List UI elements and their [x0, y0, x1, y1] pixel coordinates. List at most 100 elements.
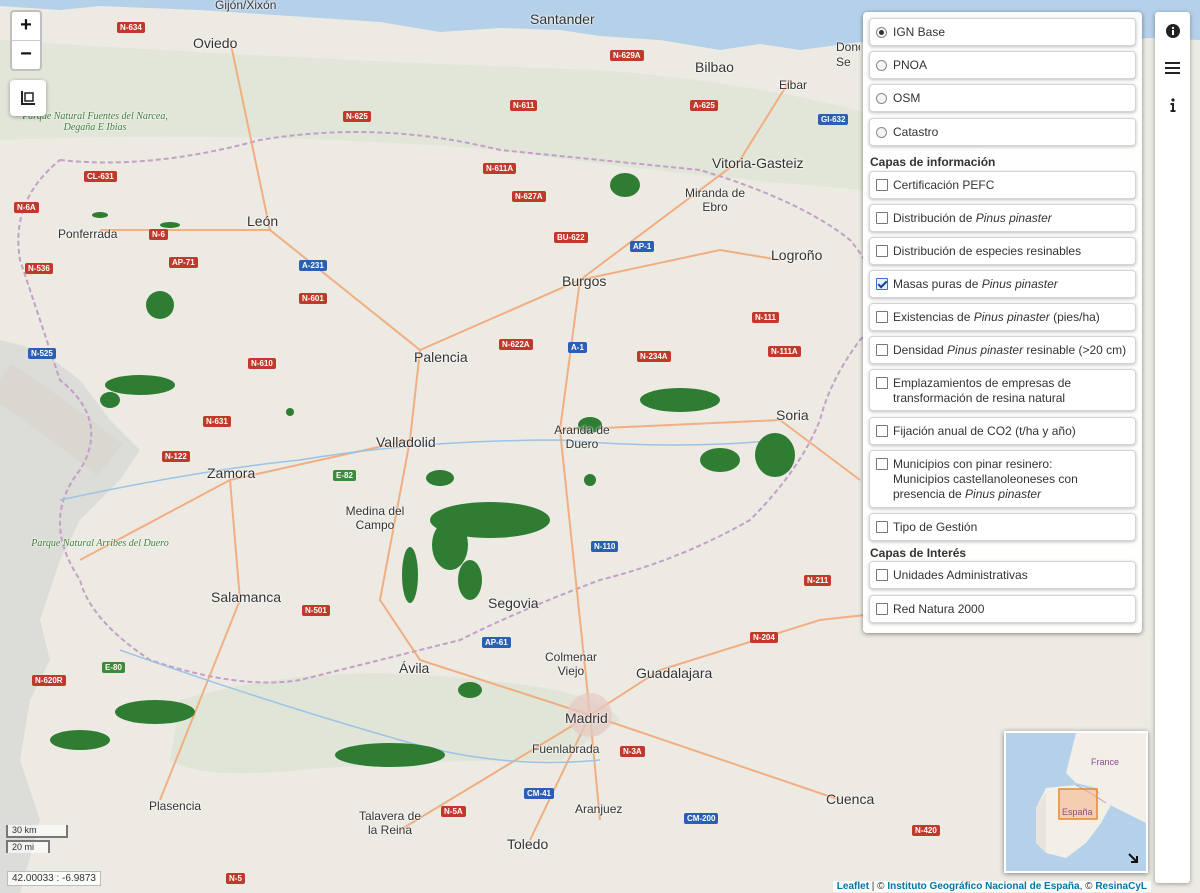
overlay-tipo-gestion[interactable]: Tipo de Gestión: [869, 513, 1136, 541]
city-label: Santander: [530, 11, 595, 27]
road-shield: N-6A: [14, 202, 39, 213]
resinacyl-link[interactable]: ResinaCyL: [1095, 881, 1147, 892]
base-layer-pnoa[interactable]: PNOA: [869, 51, 1136, 79]
city-label: Gijón/Xixón: [215, 0, 277, 12]
info-button[interactable]: [1155, 90, 1190, 120]
radio-button[interactable]: [876, 93, 887, 104]
overlay-unidades-administrativas[interactable]: Unidades Administrativas: [869, 561, 1136, 589]
layer-label: Densidad Pinus pinaster resinable (>20 c…: [893, 343, 1127, 357]
checkbox[interactable]: [876, 425, 888, 437]
overlay-distribucion-pinaster[interactable]: Distribución de Pinus pinaster: [869, 204, 1136, 232]
base-layer-catastro[interactable]: Catastro: [869, 118, 1136, 146]
road-shield: CM-41: [524, 788, 555, 799]
layer-label: Emplazamientos de empresas de transforma…: [893, 376, 1072, 405]
city-label: Segovia: [488, 595, 539, 611]
city-label: Vitoria-Gasteiz: [712, 155, 804, 171]
city-label: Colmenar Viejo: [544, 650, 598, 678]
info-icon: [1170, 98, 1175, 112]
road-shield: N-420: [912, 825, 940, 836]
layer-label: Masas puras de Pinus pinaster: [893, 277, 1058, 291]
overlay-pefc[interactable]: Certificación PEFC: [869, 171, 1136, 199]
ign-link[interactable]: Instituto Geográfico Nacional de España: [887, 881, 1079, 892]
overlay-especies-resinables[interactable]: Distribución de especies resinables: [869, 237, 1136, 265]
layer-label: Unidades Administrativas: [893, 568, 1028, 582]
layer-label: Distribución de Pinus pinaster: [893, 211, 1052, 225]
city-label: Medina del Campo: [345, 504, 405, 532]
road-shield: N-536: [25, 263, 53, 274]
checkbox[interactable]: [876, 603, 888, 615]
road-shield: A-231: [299, 260, 327, 271]
zoom-out-button[interactable]: −: [12, 41, 40, 69]
road-shield: N-620R: [32, 675, 66, 686]
road-shield: CL-631: [84, 171, 117, 182]
checkbox[interactable]: [876, 245, 888, 257]
road-shield: BU-622: [554, 232, 588, 243]
city-label: Ávila: [399, 660, 430, 676]
city-label: Valladolid: [376, 434, 436, 450]
road-shield: N-3A: [620, 746, 645, 757]
layer-label: Certificación PEFC: [893, 178, 995, 192]
attribution-text: | ©: [869, 881, 888, 892]
base-layer-ign[interactable]: IGN Base: [869, 18, 1136, 46]
city-label: Aranjuez: [575, 802, 623, 816]
base-layer-osm[interactable]: OSM: [869, 84, 1136, 112]
road-shield: N-610: [248, 358, 276, 369]
layer-label: Fijación anual de CO2 (t/ha y año): [893, 424, 1076, 438]
minimap-label: France: [1091, 757, 1120, 767]
layer-label: Catastro: [893, 125, 939, 139]
road-shield: N-631: [203, 416, 231, 427]
info-circle-button[interactable]: [1155, 16, 1190, 46]
radio-button[interactable]: [876, 27, 887, 38]
road-shield: N-5A: [441, 806, 466, 817]
road-shield: N-5: [226, 873, 245, 884]
overlay-red-natura[interactable]: Red Natura 2000: [869, 595, 1136, 623]
park-label: Parque Natural Arribes del Duero: [31, 538, 169, 549]
overlay-densidad[interactable]: Densidad Pinus pinaster resinable (>20 c…: [869, 336, 1136, 364]
checkbox[interactable]: [876, 179, 888, 191]
leaflet-link[interactable]: Leaflet: [837, 881, 869, 892]
overlay-co2[interactable]: Fijación anual de CO2 (t/ha y año): [869, 417, 1136, 445]
layer-label: OSM: [893, 91, 921, 105]
menu-button[interactable]: [1155, 53, 1190, 83]
radio-button[interactable]: [876, 127, 887, 138]
layer-label: IGN Base: [893, 25, 946, 39]
layer-label: Tipo de Gestión: [893, 520, 978, 534]
overlay-emplazamientos[interactable]: Emplazamientos de empresas de transforma…: [869, 369, 1136, 411]
city-label: Ponferrada: [58, 227, 118, 241]
minimap-label: España: [1062, 807, 1093, 817]
road-shield: N-211: [804, 575, 832, 586]
checkbox[interactable]: [876, 569, 888, 581]
fullscreen-button[interactable]: [10, 80, 46, 116]
overlay-masas-puras[interactable]: Masas puras de Pinus pinaster: [869, 270, 1136, 298]
overview-minimap[interactable]: France España: [1004, 731, 1148, 873]
checkbox[interactable]: [876, 311, 888, 323]
overlay-municipios[interactable]: Municipios con pinar resinero: Municipio…: [869, 450, 1136, 508]
city-label: Palencia: [414, 349, 468, 365]
checkbox[interactable]: [876, 212, 888, 224]
road-shield: N-501: [302, 605, 330, 616]
section-title: Capas de información: [870, 155, 996, 169]
radio-button[interactable]: [876, 60, 887, 71]
city-label: Burgos: [562, 273, 607, 289]
checkbox[interactable]: [876, 521, 888, 533]
layer-label: Red Natura 2000: [893, 602, 985, 616]
overlay-existencias[interactable]: Existencias de Pinus pinaster (pies/ha): [869, 303, 1136, 331]
scale-bar-km: 30 km: [6, 825, 68, 838]
road-shield: N-110: [591, 541, 619, 552]
checkbox[interactable]: [876, 278, 888, 290]
city-label: Eibar: [779, 78, 808, 92]
layer-label: Existencias de Pinus pinaster (pies/ha): [893, 310, 1100, 324]
layer-label: Municipios con pinar resinero: Municipio…: [893, 457, 1078, 501]
city-label: Toledo: [507, 836, 549, 852]
checkbox[interactable]: [876, 344, 888, 356]
city-label: Salamanca: [211, 589, 282, 605]
city-label: Cuenca: [826, 791, 875, 807]
checkbox[interactable]: [876, 458, 888, 470]
minimap-toggle-icon[interactable]: [1126, 851, 1140, 865]
road-shield: A-1: [568, 342, 587, 353]
zoom-in-button[interactable]: +: [12, 12, 40, 41]
road-shield: N-629A: [610, 50, 644, 61]
road-shield: N-601: [299, 293, 327, 304]
checkbox[interactable]: [876, 377, 888, 389]
city-label: Zamora: [207, 465, 256, 481]
